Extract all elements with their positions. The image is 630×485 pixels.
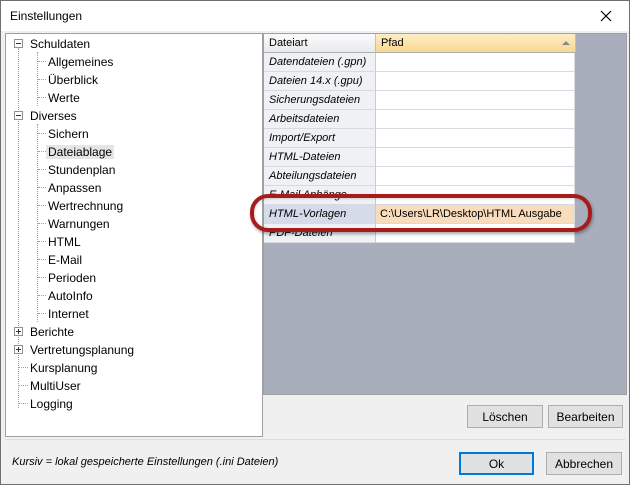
close-button[interactable] — [583, 1, 629, 31]
tree-connector — [18, 48, 19, 408]
tree-item-perioden[interactable]: Perioden — [46, 269, 98, 287]
row-path[interactable] — [376, 167, 575, 186]
tree-item-warnungen[interactable]: Warnungen — [46, 215, 112, 233]
ok-button[interactable]: Ok — [459, 452, 534, 475]
grid-row-selected[interactable]: HTML-Vorlagen C:\Users\LR\Desktop\HTML A… — [264, 205, 576, 224]
grid-row[interactable]: Arbeitsdateien — [264, 110, 576, 129]
status-text: Kursiv = lokal gespeicherte Einstellunge… — [12, 456, 279, 468]
tree-item-multiuser[interactable]: MultiUser — [28, 377, 83, 395]
tree-item-diverses[interactable]: Diverses — [28, 107, 79, 125]
row-type: E-Mail Anhänge — [264, 186, 376, 205]
divider — [5, 439, 625, 440]
row-type: Datendateien (.gpn) — [264, 53, 376, 72]
tree-item-allgemeines[interactable]: Allgemeines — [46, 53, 115, 71]
sort-ascending-icon — [562, 41, 570, 45]
row-type: PDF-Dateien — [264, 224, 376, 243]
title-bar: Einstellungen — [1, 1, 629, 31]
grid-row[interactable]: Import/Export — [264, 129, 576, 148]
row-path[interactable] — [376, 91, 575, 110]
delete-button[interactable]: Löschen — [467, 405, 543, 428]
row-path[interactable] — [376, 53, 575, 72]
grid-row[interactable]: HTML-Dateien — [264, 148, 576, 167]
tree-item-sichern[interactable]: Sichern — [46, 125, 91, 143]
row-path[interactable] — [376, 72, 575, 91]
close-icon — [600, 10, 612, 22]
expand-icon[interactable] — [14, 345, 23, 354]
tree-item-berichte[interactable]: Berichte — [28, 323, 76, 341]
row-path[interactable] — [376, 224, 575, 243]
tree-item-wertrechnung[interactable]: Wertrechnung — [46, 197, 125, 215]
edit-button[interactable]: Bearbeiten — [548, 405, 623, 428]
row-path[interactable] — [376, 186, 575, 205]
row-path[interactable]: C:\Users\LR\Desktop\HTML Ausgabe — [376, 205, 575, 224]
tree-item-schuldaten[interactable]: Schuldaten — [28, 35, 92, 53]
tree-item-ueberblick[interactable]: Überblick — [46, 71, 100, 89]
row-type: Dateien 14.x (.gpu) — [264, 72, 376, 91]
settings-tree: Schuldaten Allgemeines Überblick Werte D… — [5, 33, 263, 437]
grid-row[interactable]: Abteilungsdateien — [264, 167, 576, 186]
expand-icon[interactable] — [14, 327, 23, 336]
tree-item-logging[interactable]: Logging — [28, 395, 75, 413]
cancel-button[interactable]: Abbrechen — [546, 452, 622, 475]
tree-item-vertretungsplanung[interactable]: Vertretungsplanung — [28, 341, 136, 359]
tree-item-anpassen[interactable]: Anpassen — [46, 179, 103, 197]
window-title: Einstellungen — [10, 9, 83, 23]
grid-header: Dateiart Pfad — [264, 34, 576, 53]
settings-dialog: Einstellungen Schuldaten Allgemeines Übe… — [0, 0, 630, 485]
tree-item-dateiablage[interactable]: Dateiablage — [46, 143, 115, 161]
row-type: Sicherungsdateien — [264, 91, 376, 110]
file-location-grid-panel: Dateiart Pfad Datendateien (.gpn) Dateie… — [263, 33, 627, 395]
tree-item-stundenplan[interactable]: Stundenplan — [46, 161, 117, 179]
tree-item-html[interactable]: HTML — [46, 233, 83, 251]
grid-row[interactable]: PDF-Dateien — [264, 224, 576, 243]
grid-row[interactable]: Datendateien (.gpn) — [264, 53, 576, 72]
grid-row[interactable]: Dateien 14.x (.gpu) — [264, 72, 576, 91]
row-type: Arbeitsdateien — [264, 110, 376, 129]
grid-row[interactable]: E-Mail Anhänge — [264, 186, 576, 205]
tree-item-autoinfo[interactable]: AutoInfo — [46, 287, 95, 305]
collapse-icon[interactable] — [14, 39, 23, 48]
tree-item-werte[interactable]: Werte — [46, 89, 82, 107]
tree-item-internet[interactable]: Internet — [46, 305, 91, 323]
row-type: Import/Export — [264, 129, 376, 148]
row-type: Abteilungsdateien — [264, 167, 376, 186]
row-type: HTML-Dateien — [264, 148, 376, 167]
column-header-pfad-label: Pfad — [381, 37, 404, 49]
row-path[interactable] — [376, 110, 575, 129]
collapse-icon[interactable] — [14, 111, 23, 120]
row-path[interactable] — [376, 129, 575, 148]
grid-row[interactable]: Sicherungsdateien — [264, 91, 576, 110]
column-header-pfad[interactable]: Pfad — [376, 34, 576, 53]
tree-item-kursplanung[interactable]: Kursplanung — [28, 359, 99, 377]
tree-item-email[interactable]: E-Mail — [46, 251, 84, 269]
row-path[interactable] — [376, 148, 575, 167]
column-header-dateiart[interactable]: Dateiart — [264, 34, 376, 53]
row-type: HTML-Vorlagen — [264, 205, 376, 224]
